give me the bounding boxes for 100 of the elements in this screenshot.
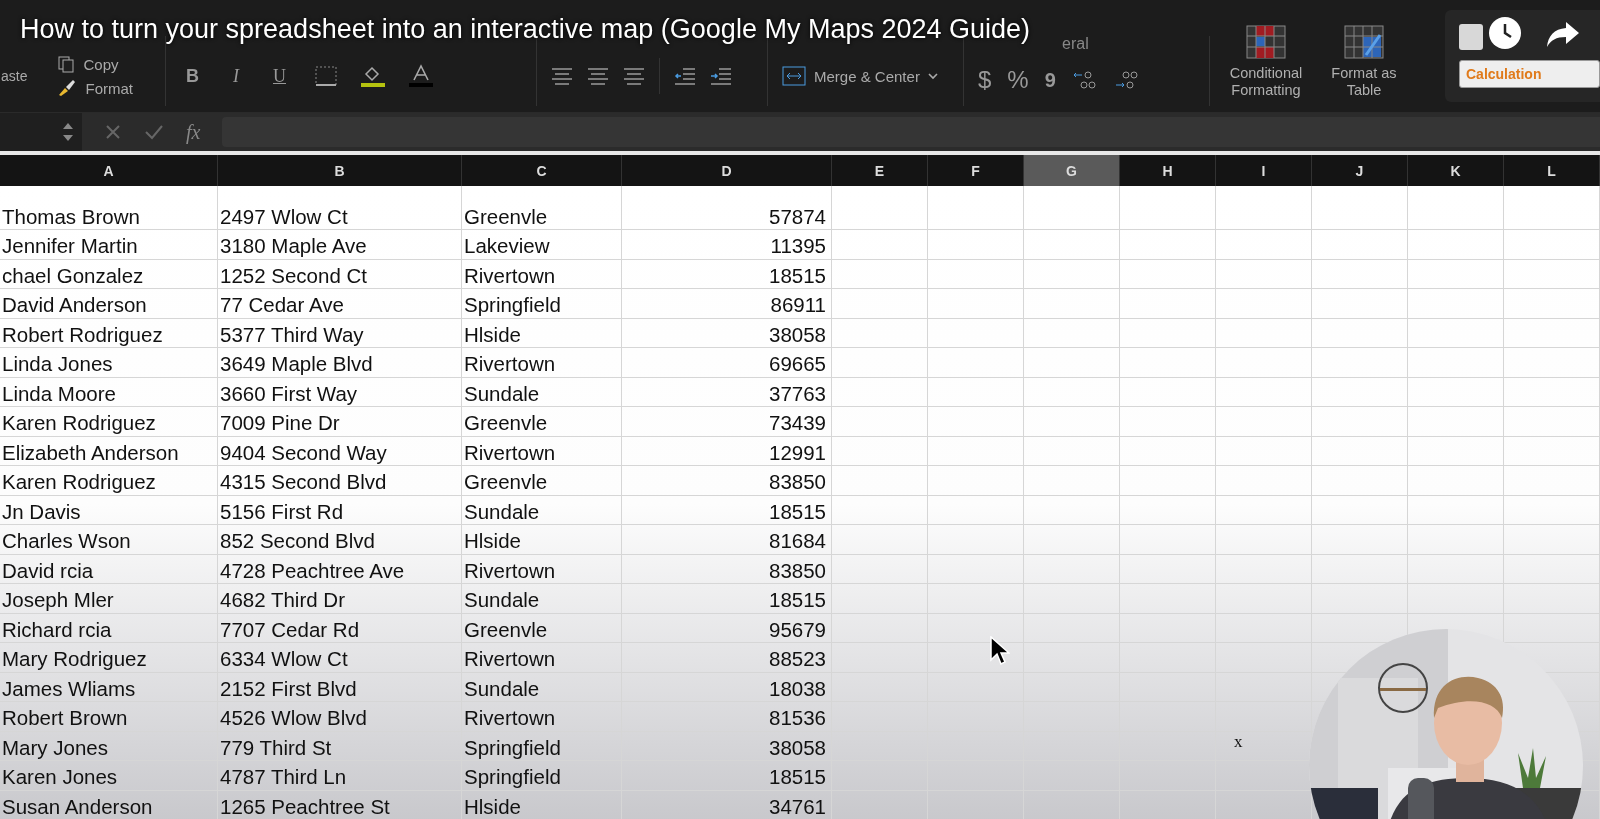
table-cell: 34761 bbox=[769, 794, 826, 819]
table-cell: 81536 bbox=[769, 706, 826, 731]
table-cell: 852 Second Blvd bbox=[220, 529, 375, 554]
table-cell: 81684 bbox=[769, 529, 826, 554]
table-cell: 18515 bbox=[769, 263, 826, 288]
name-box[interactable] bbox=[0, 113, 82, 151]
share-icon[interactable] bbox=[1546, 20, 1580, 48]
currency-button[interactable]: $ bbox=[978, 66, 992, 94]
table-brush-icon bbox=[1344, 24, 1384, 59]
table-cell: 11395 bbox=[770, 234, 826, 259]
format-as-table-button[interactable]: Format as Table bbox=[1322, 24, 1406, 100]
bold-button[interactable]: B bbox=[180, 65, 205, 87]
borders-icon bbox=[314, 65, 338, 87]
table-cell: 4787 Third Ln bbox=[220, 765, 347, 790]
table-cell: Mary Rodriguez bbox=[2, 647, 147, 672]
conditional-formatting-button[interactable]: Conditional Formatting bbox=[1224, 24, 1308, 100]
table-cell: Karen Jones bbox=[2, 765, 118, 790]
table-cell: Hlside bbox=[464, 794, 521, 819]
column-header[interactable]: H bbox=[1120, 155, 1216, 186]
table-cell: 5377 Third Way bbox=[220, 322, 364, 347]
cancel-icon[interactable] bbox=[104, 123, 122, 141]
merge-icon bbox=[782, 66, 806, 86]
table-cell: 95679 bbox=[769, 617, 826, 642]
table-cell: Robert Rodriguez bbox=[2, 322, 163, 347]
column-header[interactable]: K bbox=[1408, 155, 1504, 186]
table-cell: 83850 bbox=[769, 470, 826, 495]
column-header[interactable]: E bbox=[832, 155, 928, 186]
column-header[interactable]: F bbox=[928, 155, 1024, 186]
align-icon bbox=[551, 67, 573, 85]
table-cell: 77 Cedar Ave bbox=[220, 293, 344, 318]
column-header[interactable]: B bbox=[218, 155, 462, 186]
table-cell: 1252 Second Ct bbox=[220, 263, 368, 288]
table-cell: chael Gonzalez bbox=[2, 263, 144, 288]
table-cell: 18038 bbox=[769, 676, 826, 701]
table-cell: Springfield bbox=[464, 765, 561, 790]
table-cell: Sundale bbox=[464, 676, 540, 701]
underline-button[interactable]: U bbox=[267, 65, 292, 87]
table-cell: 3180 Maple Ave bbox=[220, 234, 367, 259]
copy-button[interactable]: Copy bbox=[57, 55, 133, 73]
table-cell: Robert Brown bbox=[2, 706, 128, 731]
table-cell: 83850 bbox=[769, 558, 826, 583]
align-icon bbox=[587, 67, 609, 85]
table-cell: Linda Moore bbox=[2, 381, 116, 406]
number-format-dropdown[interactable]: eral bbox=[1062, 35, 1089, 52]
paste-button[interactable]: aste bbox=[1, 68, 28, 84]
column-header[interactable]: A bbox=[0, 155, 218, 186]
table-cell: 6334 Wlow Ct bbox=[220, 647, 348, 672]
table-cell: 12991 bbox=[769, 440, 826, 465]
table-cell: 4526 Wlow Blvd bbox=[220, 706, 367, 731]
comma-style-button[interactable]: 9 bbox=[1044, 68, 1056, 92]
table-cell: 1265 Peachtree St bbox=[220, 794, 390, 819]
clock-icon[interactable] bbox=[1488, 16, 1522, 50]
table-cell: Linda Jones bbox=[2, 352, 113, 377]
increase-indent-icon bbox=[710, 67, 732, 85]
column-header[interactable]: C bbox=[462, 155, 622, 186]
table-cell: 18515 bbox=[769, 765, 826, 790]
function-button[interactable]: fx bbox=[186, 120, 201, 144]
table-cell: 779 Third St bbox=[220, 735, 332, 760]
copy-icon bbox=[57, 55, 76, 73]
table-cell: Springfield bbox=[464, 735, 561, 760]
table-cell: 2152 First Blvd bbox=[220, 676, 357, 701]
table-cell: Rivertown bbox=[464, 647, 556, 672]
table-cell: David Anderson bbox=[2, 293, 147, 318]
table-cell: Sundale bbox=[464, 588, 540, 613]
italic-button[interactable]: I bbox=[227, 65, 245, 87]
table-cell: Jn Davis bbox=[2, 499, 81, 524]
column-header[interactable]: D bbox=[622, 155, 832, 186]
table-cell: 3660 First Way bbox=[220, 381, 358, 406]
table-cell: Rivertown bbox=[464, 440, 556, 465]
table-cell: 7009 Pine Dr bbox=[220, 411, 340, 436]
table-cell: Sundale bbox=[464, 381, 540, 406]
column-header[interactable]: G bbox=[1024, 155, 1120, 186]
table-cell: 2497 Wlow Ct bbox=[220, 204, 348, 229]
style-cell[interactable] bbox=[1459, 24, 1483, 50]
format-painter-button[interactable]: Format bbox=[57, 79, 133, 97]
column-header[interactable]: L bbox=[1504, 155, 1600, 186]
table-cell: Karen Rodriguez bbox=[2, 411, 156, 436]
table-cell: Thomas Brown bbox=[2, 204, 140, 229]
table-cell: Jennifer Martin bbox=[2, 234, 138, 259]
table-cell: 57874 bbox=[769, 204, 826, 229]
table-cell: Susan Anderson bbox=[2, 794, 153, 819]
table-cell: Charles Wson bbox=[2, 529, 131, 554]
table-cell: Elizabeth Anderson bbox=[2, 440, 179, 465]
table-cell: 5156 First Rd bbox=[220, 499, 344, 524]
table-cell: 37763 bbox=[769, 381, 826, 406]
column-header[interactable]: J bbox=[1312, 155, 1408, 186]
table-cell: 69665 bbox=[769, 352, 826, 377]
decimal-increase-icon bbox=[1071, 69, 1098, 91]
percent-button[interactable]: % bbox=[1007, 66, 1029, 94]
table-cell: Mary Jones bbox=[2, 735, 108, 760]
table-cell: Rivertown bbox=[464, 352, 556, 377]
check-icon[interactable] bbox=[144, 123, 164, 141]
table-cell: Hlside bbox=[464, 529, 521, 554]
cursor-icon bbox=[990, 636, 1010, 666]
stray-mark: x bbox=[1234, 732, 1243, 752]
table-cell: 4315 Second Blvd bbox=[220, 470, 387, 495]
table-cell: Springfield bbox=[464, 293, 561, 318]
column-header[interactable]: I bbox=[1216, 155, 1312, 186]
table-cell: James Wliams bbox=[2, 676, 136, 701]
merge-center-button[interactable]: Merge & Center bbox=[782, 66, 938, 86]
